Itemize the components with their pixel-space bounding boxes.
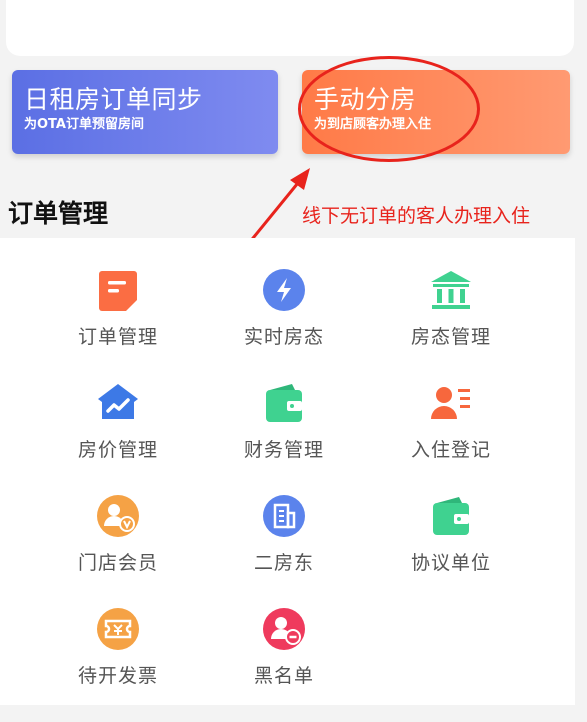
person-card-icon bbox=[431, 387, 470, 419]
blacklist-icon bbox=[263, 608, 305, 650]
bank-icon bbox=[431, 271, 471, 309]
grid-item-label: 房态管理 bbox=[410, 326, 491, 348]
house-chart-icon bbox=[98, 384, 138, 419]
building-icon bbox=[263, 495, 305, 537]
grid-item-pending-invoice[interactable]: 待开发票 bbox=[48, 607, 188, 688]
annotation-ellipse bbox=[298, 56, 480, 162]
ticket-icon bbox=[97, 608, 139, 650]
grid-item-label: 门店会员 bbox=[77, 552, 158, 574]
section-title: 订单管理 bbox=[8, 199, 109, 228]
grid-item-label: 入住登记 bbox=[410, 439, 491, 461]
grid-item-label: 实时房态 bbox=[243, 326, 324, 348]
order-sync-title: 日租房订单同步 bbox=[24, 85, 203, 114]
order-sync-banner[interactable]: 日租房订单同步 为OTA订单预留房间 bbox=[12, 70, 278, 154]
grid-item-room-status-management[interactable]: 房态管理 bbox=[381, 268, 521, 349]
grid-item-realtime-status[interactable]: 实时房态 bbox=[214, 268, 354, 349]
grid-item-label: 黑名单 bbox=[253, 665, 314, 687]
grid-item-label: 待开发票 bbox=[77, 665, 158, 687]
annotation-text: 线下无订单的客人办理入住 bbox=[302, 205, 531, 227]
grid-item-label: 订单管理 bbox=[77, 326, 158, 348]
grid-item-label: 财务管理 bbox=[243, 439, 324, 461]
wallet-icon bbox=[433, 497, 469, 535]
grid-item-label: 房价管理 bbox=[77, 439, 158, 461]
grid-item-price-management[interactable]: 房价管理 bbox=[48, 381, 188, 462]
grid-item-label: 二房东 bbox=[253, 552, 314, 574]
menu-grid: 订单管理 实时房态 房态管理 房价管理 财务管理 入住登记 门店会员 二房东 协… bbox=[0, 238, 575, 705]
document-icon bbox=[99, 271, 137, 311]
top-card bbox=[6, 0, 574, 56]
grid-item-sublandlord[interactable]: 二房东 bbox=[214, 494, 354, 575]
order-sync-subtitle: 为OTA订单预留房间 bbox=[24, 117, 144, 132]
wallet-icon bbox=[266, 384, 302, 422]
grid-item-blacklist[interactable]: 黑名单 bbox=[214, 607, 354, 688]
lightning-icon bbox=[263, 269, 305, 311]
grid-item-agreement-unit[interactable]: 协议单位 bbox=[381, 494, 521, 575]
member-icon bbox=[97, 495, 139, 537]
grid-item-label: 协议单位 bbox=[410, 552, 491, 574]
grid-item-store-member[interactable]: 门店会员 bbox=[48, 494, 188, 575]
grid-item-finance-management[interactable]: 财务管理 bbox=[214, 381, 354, 462]
grid-item-order-management[interactable]: 订单管理 bbox=[48, 268, 188, 349]
grid-item-check-in-register[interactable]: 入住登记 bbox=[381, 381, 521, 462]
